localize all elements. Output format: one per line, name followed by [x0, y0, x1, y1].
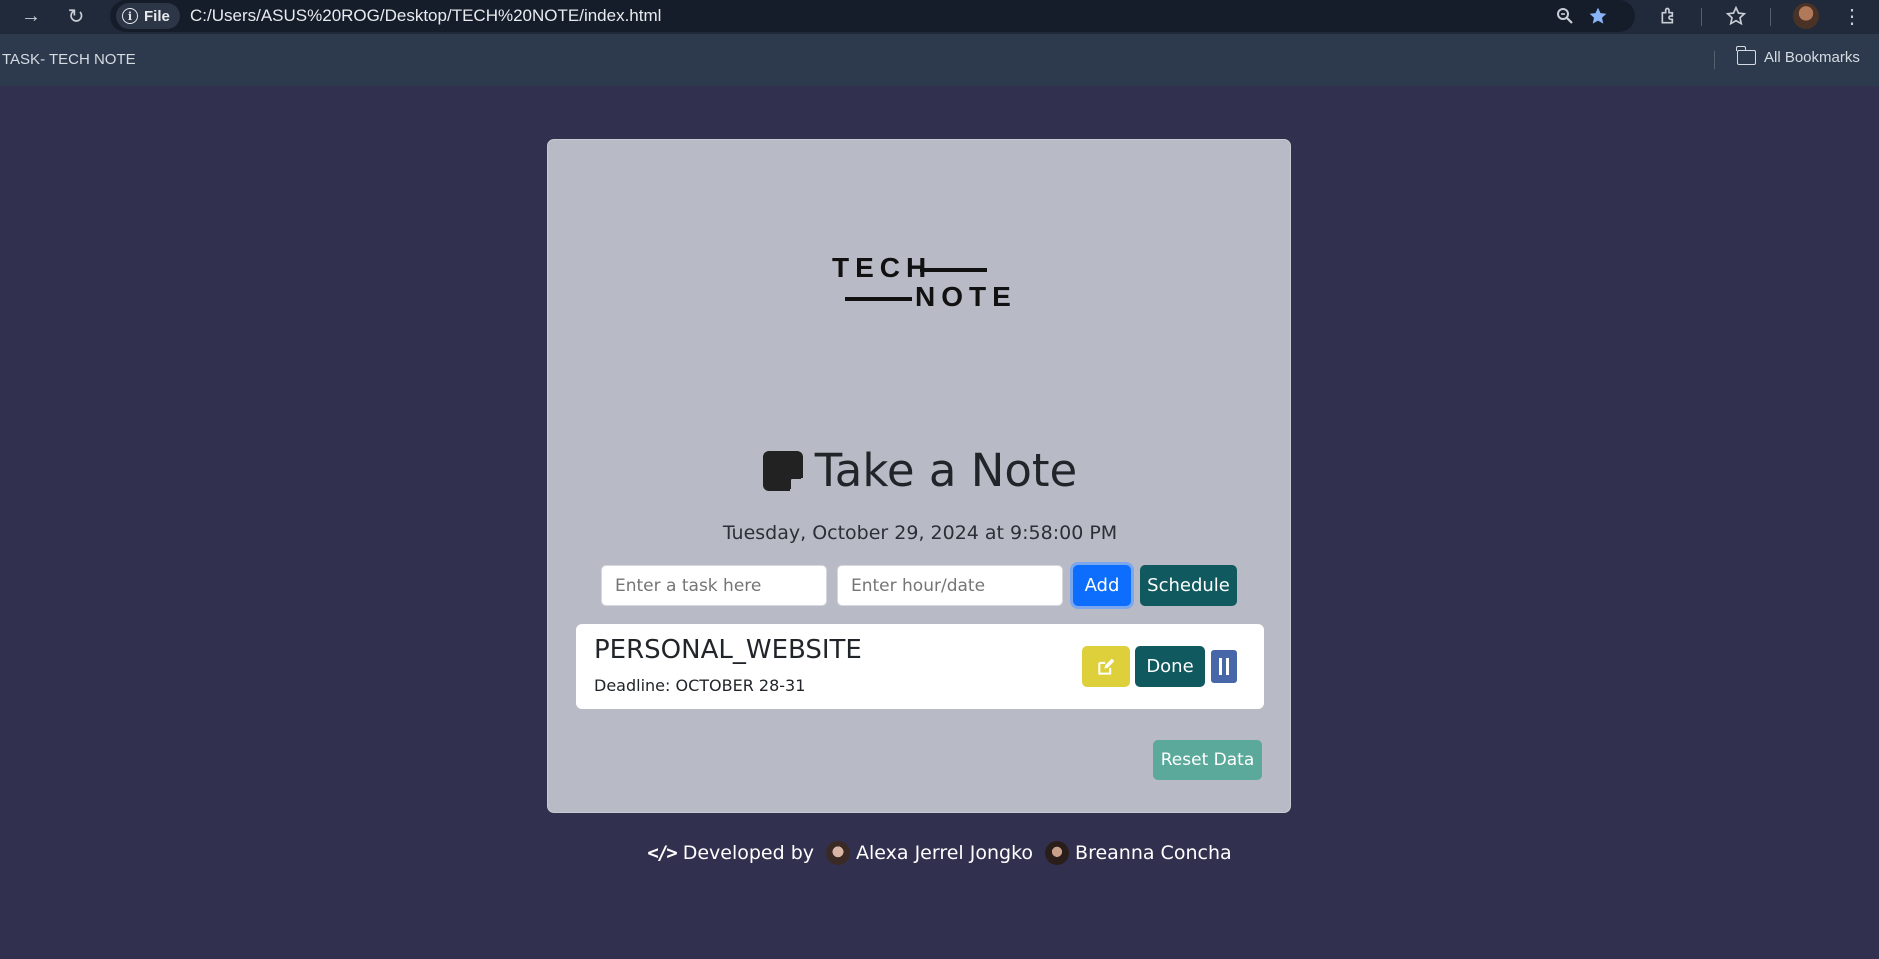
bookmark-star-filled-icon[interactable]: [1585, 3, 1611, 29]
developed-by-label: Developed by: [682, 842, 815, 864]
code-icon: </>: [647, 842, 677, 864]
done-button[interactable]: Done: [1135, 646, 1205, 687]
toolbar-separator: [1701, 8, 1702, 26]
date-input[interactable]: [837, 565, 1063, 606]
extensions-icon[interactable]: [1655, 2, 1683, 30]
address-bar[interactable]: i File C:/Users/ASUS%20ROG/Desktop/TECH%…: [110, 0, 1635, 32]
current-date: Tuesday, October 29, 2024 at 9:58:00 PM: [722, 522, 1118, 544]
edit-icon: [1098, 658, 1115, 675]
task-item: PERSONAL_WEBSITE Deadline: OCTOBER 28-31…: [576, 624, 1264, 709]
logo-line: [920, 268, 987, 272]
task-deadline: Deadline: OCTOBER 28-31: [594, 676, 806, 695]
file-chip-label: File: [144, 7, 170, 25]
bookmarks-separator: [1714, 51, 1715, 69]
developer-avatar: [1045, 841, 1070, 865]
developer-avatar: [826, 841, 851, 865]
pause-icon: [1219, 658, 1222, 675]
site-info-chip[interactable]: i File: [116, 3, 180, 29]
menu-kebab-icon[interactable]: ⋮: [1838, 2, 1866, 30]
tech-note-logo: TECH NOTE: [820, 252, 1020, 322]
sticky-note-icon: [762, 450, 804, 492]
note-card: TECH NOTE Take a Note Tuesday, October 2…: [547, 139, 1291, 813]
footer-credits: </> Developed by Alexa Jerrel Jongko Bre…: [0, 841, 1879, 865]
bookmarks-bar: [0, 34, 1879, 86]
all-bookmarks-label: All Bookmarks: [1764, 49, 1860, 66]
logo-word-note: NOTE: [915, 281, 1017, 312]
page-heading: Take a Note: [548, 444, 1292, 497]
add-button[interactable]: Add: [1073, 565, 1131, 606]
developer-name: Alexa Jerrel Jongko: [856, 842, 1034, 864]
task-title: PERSONAL_WEBSITE: [594, 635, 862, 665]
logo-word-tech: TECH: [832, 252, 933, 283]
toolbar-separator: [1770, 8, 1771, 26]
forward-arrow-icon[interactable]: →: [17, 2, 45, 30]
url-text[interactable]: C:/Users/ASUS%20ROG/Desktop/TECH%20NOTE/…: [190, 6, 661, 26]
schedule-button[interactable]: Schedule: [1140, 565, 1237, 606]
logo-line: [845, 297, 912, 301]
all-bookmarks-button[interactable]: All Bookmarks: [1736, 46, 1860, 66]
info-icon: i: [122, 8, 138, 24]
tab-title[interactable]: TASK- TECH NOTE: [2, 51, 136, 68]
developer-name: Breanna Concha: [1075, 842, 1232, 864]
task-input[interactable]: [601, 565, 827, 606]
edit-button[interactable]: [1082, 646, 1130, 687]
pause-button[interactable]: [1211, 650, 1237, 683]
profile-avatar[interactable]: [1793, 3, 1819, 29]
browser-toolbar: → ↻ i File C:/Users/ASUS%20ROG/Desktop/T…: [0, 0, 1879, 34]
zoom-icon[interactable]: [1552, 3, 1578, 29]
reset-data-button[interactable]: Reset Data: [1153, 740, 1262, 780]
folder-icon: [1736, 46, 1756, 65]
bookmarks-star-icon[interactable]: [1722, 2, 1750, 30]
reload-icon[interactable]: ↻: [62, 2, 90, 30]
page-title: Take a Note: [814, 444, 1078, 497]
pause-icon-bar: [1226, 658, 1229, 675]
